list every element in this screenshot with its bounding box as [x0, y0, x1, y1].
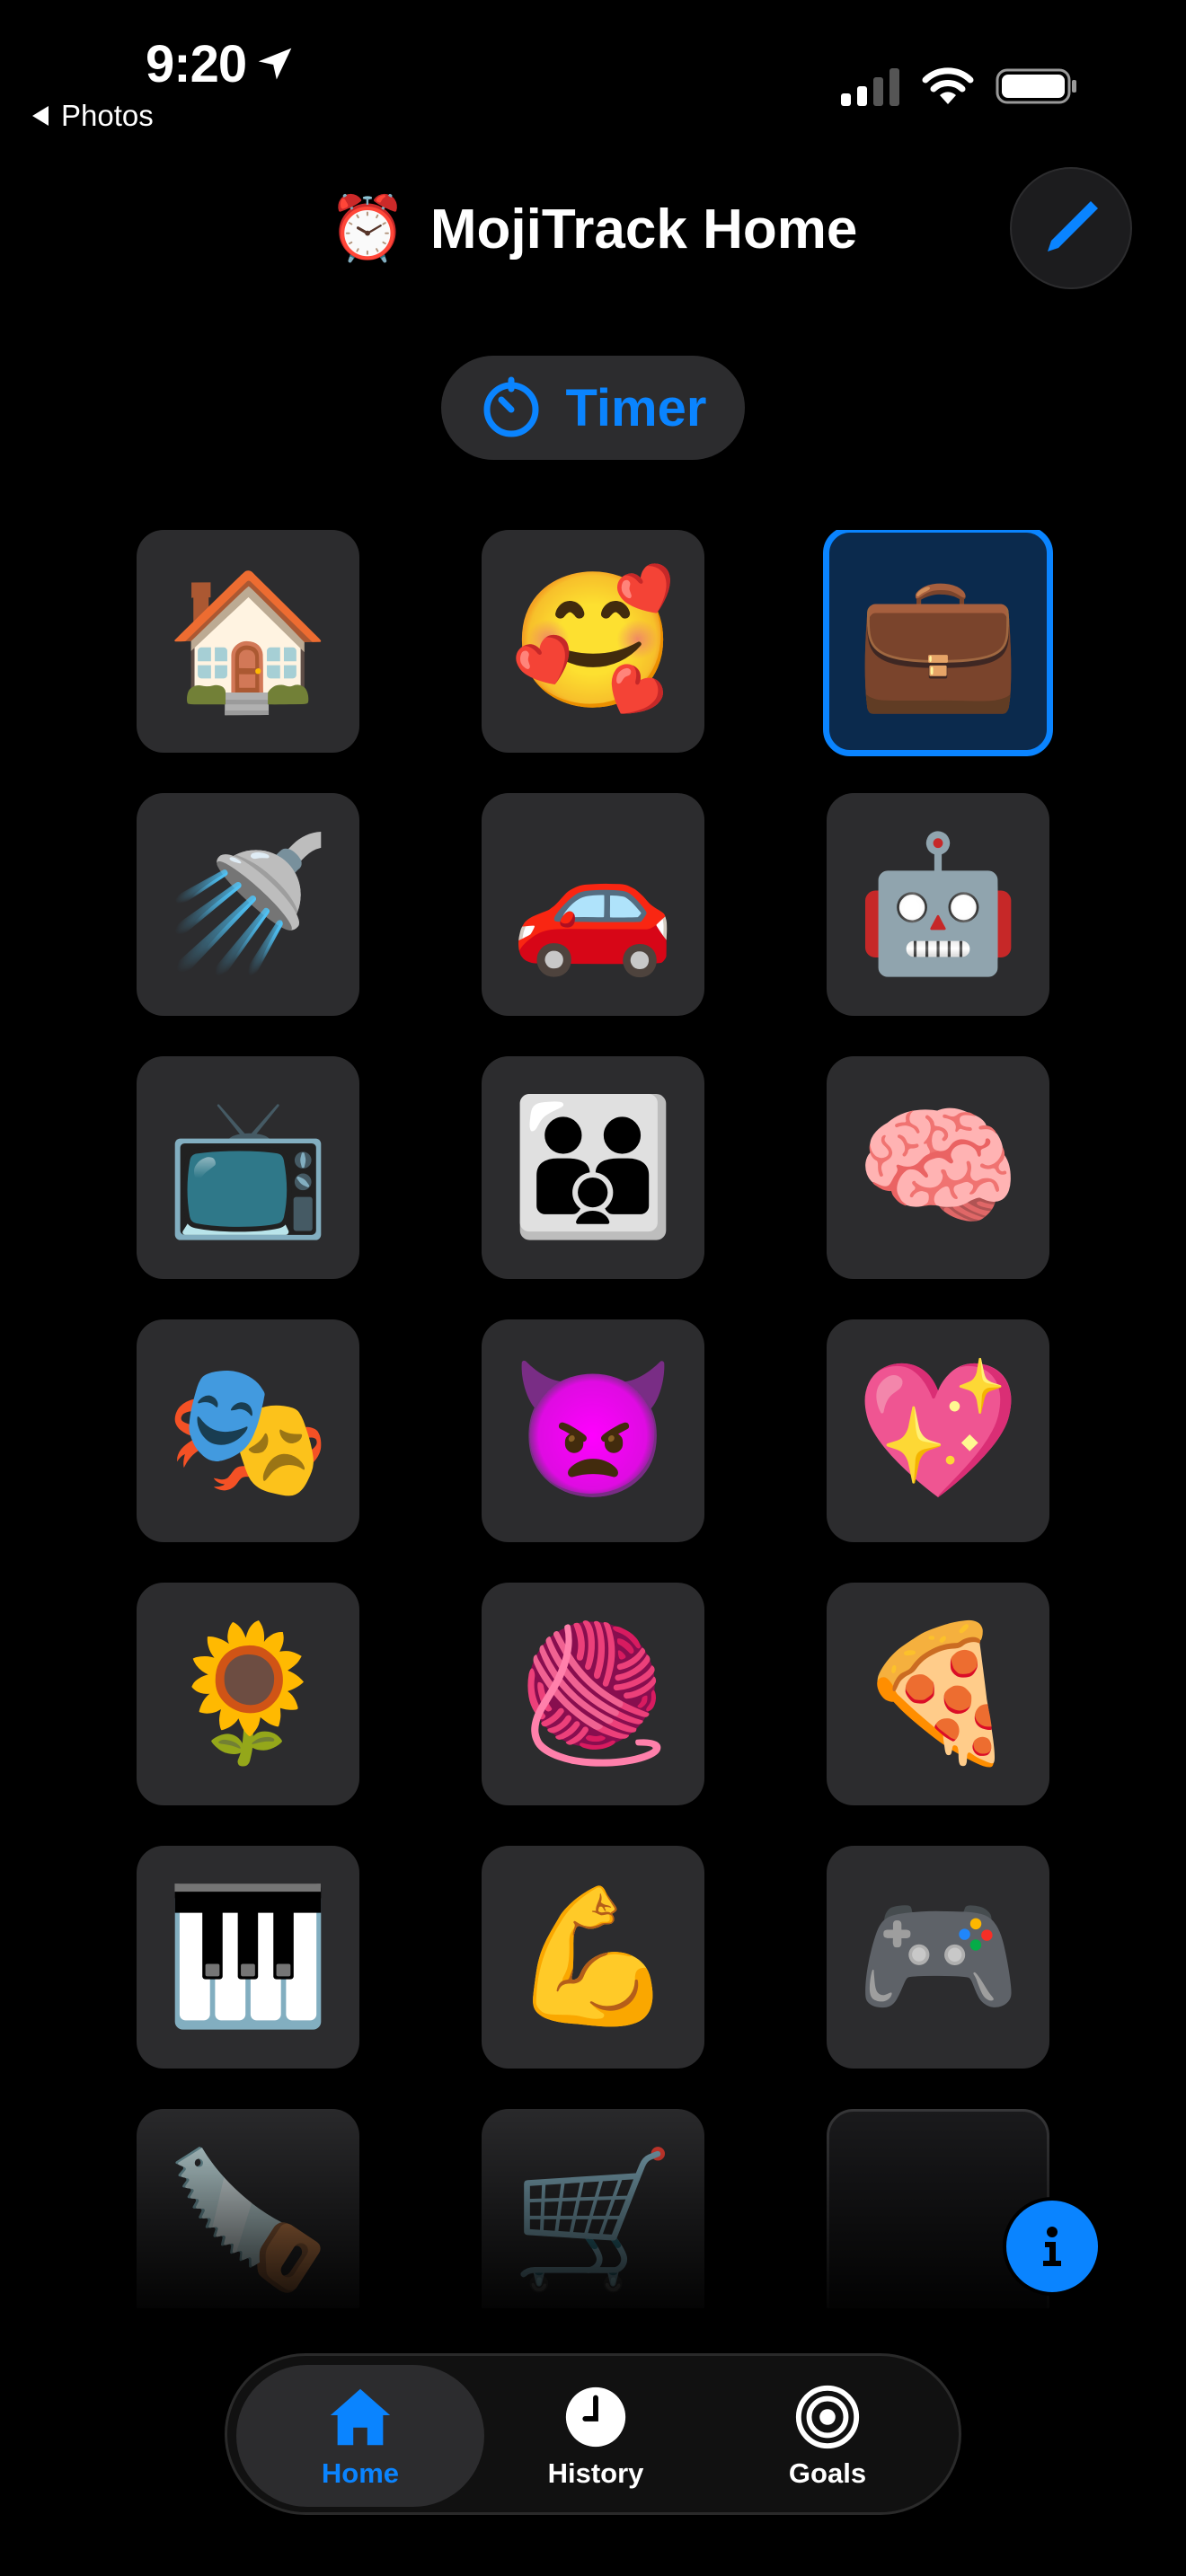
- activity-tile-car[interactable]: 🚗: [482, 793, 704, 1016]
- car-emoji: 🚗: [509, 830, 677, 978]
- activity-tile-sparkling-heart[interactable]: 💖: [827, 1319, 1049, 1542]
- info-button[interactable]: [1003, 2197, 1102, 2296]
- smiling-face-hearts-emoji: 🥰: [509, 567, 677, 715]
- target-icon: [795, 2385, 860, 2449]
- activity-tile-smiling-face-hearts[interactable]: 🥰: [482, 530, 704, 753]
- family-emoji: 👪: [509, 1093, 677, 1241]
- brain-emoji: 🧠: [854, 1093, 1022, 1241]
- pencil-icon: [1048, 201, 1098, 251]
- pizza-emoji: 🍕: [854, 1619, 1022, 1768]
- status-time-text: 9:20: [146, 35, 247, 93]
- tab-home-label: Home: [321, 2457, 400, 2489]
- activity-tile-angry-devil[interactable]: 👿: [482, 1319, 704, 1542]
- activity-grid: 🏠 🥰 💼 🚿 🚗 🤖 📺 👪 🧠 🎭 👿 💖 🌻 🧶 🍕 🎹 💪 🎮 🪚 🛒: [0, 530, 1186, 2308]
- angry-devil-emoji: 👿: [509, 1356, 677, 1504]
- tab-bar: Home History Goals: [225, 2353, 961, 2515]
- back-to-photos-link[interactable]: Photos: [32, 99, 154, 133]
- game-controller-emoji: 🎮: [854, 1883, 1022, 2031]
- shower-emoji: 🚿: [164, 830, 332, 978]
- activity-tile-brain[interactable]: 🧠: [827, 1056, 1049, 1279]
- timer-button[interactable]: Timer: [441, 356, 745, 460]
- edit-button[interactable]: [1010, 167, 1132, 289]
- briefcase-emoji: 💼: [854, 567, 1022, 715]
- activity-tile-briefcase[interactable]: 💼: [823, 530, 1053, 756]
- status-time: 9:20: [146, 34, 295, 94]
- sunflower-emoji: 🌻: [164, 1619, 332, 1768]
- timer-icon: [483, 376, 539, 437]
- activity-tile-game-controller[interactable]: 🎮: [827, 1846, 1049, 2069]
- alarm-clock-icon: ⏰: [328, 193, 407, 263]
- activity-tile-robot[interactable]: 🤖: [827, 793, 1049, 1016]
- activity-tile-shower[interactable]: 🚿: [137, 793, 359, 1016]
- television-emoji: 📺: [164, 1093, 332, 1241]
- sparkling-heart-emoji: 💖: [854, 1356, 1022, 1504]
- activity-tile-performing-arts[interactable]: 🎭: [137, 1319, 359, 1542]
- activity-tile-house[interactable]: 🏠: [137, 530, 359, 753]
- clock-icon: [565, 2386, 626, 2448]
- activity-tile-flexed-biceps[interactable]: 💪: [482, 1846, 704, 2069]
- tab-home[interactable]: Home: [236, 2365, 484, 2507]
- tab-history-label: History: [547, 2457, 644, 2489]
- cellular-signal-icon: [841, 68, 899, 106]
- info-icon: [1043, 2227, 1061, 2266]
- tab-goals-label: Goals: [788, 2457, 867, 2489]
- wifi-icon: [922, 67, 974, 104]
- activity-tile-family[interactable]: 👪: [482, 1056, 704, 1279]
- page-header: ⏰ MojiTrack Home: [0, 180, 1186, 278]
- performing-arts-emoji: 🎭: [164, 1356, 332, 1504]
- house-emoji: 🏠: [164, 567, 332, 715]
- back-label: Photos: [61, 99, 154, 132]
- back-arrow-icon: [32, 106, 49, 126]
- activity-tile-yarn[interactable]: 🧶: [482, 1583, 704, 1805]
- battery-icon: [996, 68, 1076, 104]
- yarn-emoji: 🧶: [509, 1619, 677, 1768]
- activity-tile-pizza[interactable]: 🍕: [827, 1583, 1049, 1805]
- flexed-biceps-emoji: 💪: [509, 1883, 677, 2031]
- activity-tile-sunflower[interactable]: 🌻: [137, 1583, 359, 1805]
- shopping-cart-emoji: 🛒: [509, 2146, 677, 2294]
- saw-emoji: 🪚: [164, 2146, 332, 2294]
- status-icons: [841, 66, 1078, 106]
- house-icon: [330, 2388, 391, 2446]
- page-title: MojiTrack Home: [429, 198, 858, 260]
- activity-tile-television[interactable]: 📺: [137, 1056, 359, 1279]
- timer-label: Timer: [565, 378, 707, 437]
- activity-tile-shopping-cart[interactable]: 🛒: [482, 2109, 704, 2308]
- activity-tile-piano[interactable]: 🎹: [137, 1846, 359, 2069]
- location-arrow-icon: [258, 48, 292, 79]
- activity-tile-saw[interactable]: 🪚: [137, 2109, 359, 2308]
- robot-emoji: 🤖: [854, 830, 1022, 978]
- piano-emoji: 🎹: [164, 1883, 332, 2031]
- tab-goals[interactable]: Goals: [704, 2365, 951, 2507]
- tab-history[interactable]: History: [472, 2365, 720, 2507]
